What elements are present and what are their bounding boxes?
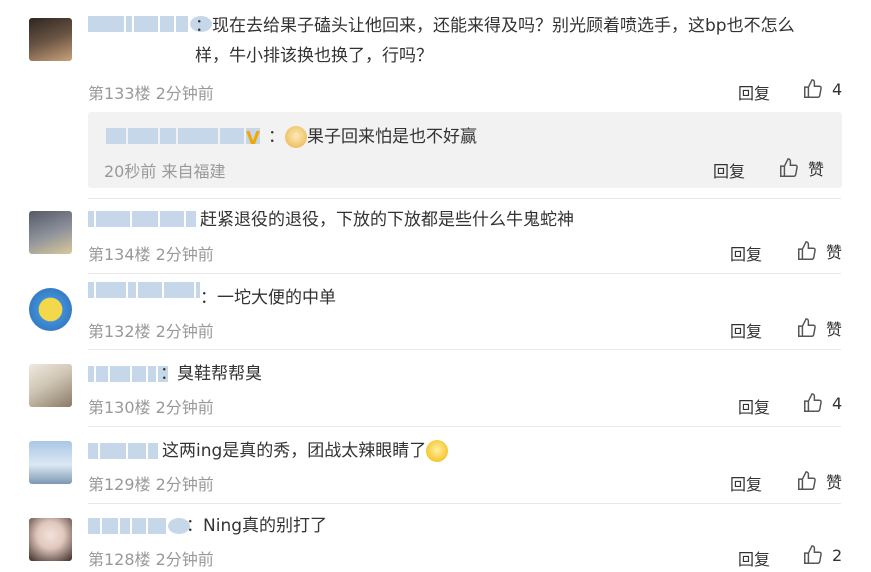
laugh-cry-emoji-icon (426, 440, 449, 462)
like-count: 4 (832, 79, 843, 99)
thumbs-up-icon (804, 393, 822, 412)
comment-meta: 第129楼 2分钟前 (88, 475, 214, 494)
comment-text: ：Ning真的别打了 (186, 516, 328, 536)
thumbs-up-icon (804, 545, 822, 564)
avatar[interactable] (29, 441, 72, 484)
like-button[interactable]: 4 (802, 78, 842, 100)
like-button[interactable]: 4 (802, 392, 842, 414)
like-label: 赞 (808, 160, 825, 179)
comment-meta: 第133楼 2分钟前 (88, 84, 214, 103)
like-count: 2 (832, 545, 843, 565)
comment-meta: 第132楼 2分钟前 (88, 322, 214, 341)
like-button[interactable]: 赞 (796, 239, 842, 263)
like-button[interactable]: 2 (802, 544, 842, 566)
like-count: 4 (832, 393, 843, 413)
reply-button[interactable]: 回复 (738, 80, 770, 104)
dog-emoji-icon (285, 126, 307, 148)
avatar[interactable] (29, 364, 72, 407)
thumbs-up-icon (798, 471, 816, 490)
comment-item: ：臭鞋帮帮臭 第130楼 2分钟前 回复 4 (0, 350, 871, 427)
comment-meta: 第128楼 2分钟前 (88, 550, 214, 569)
like-button[interactable]: 赞 (796, 469, 842, 493)
reply-button[interactable]: 回复 (713, 158, 745, 182)
username[interactable] (88, 280, 200, 300)
comment-item: ：一坨大便的中单 第132楼 2分钟前 回复 赞 (0, 274, 871, 350)
sub-reply-text: ：果子回来怕是也不好赢 (268, 126, 477, 148)
like-label: 赞 (826, 473, 843, 492)
username[interactable] (88, 516, 190, 536)
thumbs-up-icon (798, 241, 816, 260)
username[interactable] (88, 364, 168, 384)
comment-item: 赶紧退役的退役，下放的下放都是些什么牛鬼蛇神 第134楼 2分钟前 回复 赞 (0, 199, 871, 273)
username[interactable]: V (106, 126, 260, 149)
comment-item: ：Ning真的别打了 第128楼 2分钟前 回复 2 (0, 504, 871, 572)
reply-button[interactable]: 回复 (730, 318, 762, 342)
thumbs-up-icon (798, 318, 816, 337)
comment-text: ：一坨大便的中单 (200, 288, 336, 308)
reply-button[interactable]: 回复 (730, 241, 762, 265)
thumbs-up-icon (804, 79, 822, 98)
comment-item: 这两ing是真的秀，团战太辣眼睛了 第129楼 2分钟前 回复 赞 (0, 427, 871, 504)
like-button[interactable]: 赞 (796, 316, 842, 340)
comment-text: 这两ing是真的秀，团战太辣眼睛了 (162, 436, 449, 466)
avatar[interactable] (29, 18, 72, 61)
comment-text: 赶紧退役的退役，下放的下放都是些什么牛鬼蛇神 (200, 210, 574, 230)
comment-item: ：现在去给果子磕头让他回来，还能来得及吗？别光顾着喷选手，这bp也不怎么样，牛小… (0, 0, 871, 198)
comment-text: ：现在去给果子磕头让他回来，还能来得及吗？别光顾着喷选手，这bp也不怎么样，牛小… (195, 16, 795, 66)
username[interactable] (88, 14, 212, 34)
avatar[interactable] (29, 211, 72, 254)
sub-reply: V ：果子回来怕是也不好赢 20秒前 来自福建 回复 赞 (88, 112, 842, 188)
like-label: 赞 (826, 243, 843, 262)
username[interactable] (88, 209, 196, 229)
sub-reply-meta: 20秒前 来自福建 (104, 162, 226, 181)
reply-button[interactable]: 回复 (730, 471, 762, 495)
avatar[interactable] (29, 518, 72, 561)
thumbs-up-icon (780, 158, 798, 177)
avatar[interactable] (29, 288, 72, 331)
reply-button[interactable]: 回复 (738, 546, 770, 570)
comment-meta: 第130楼 2分钟前 (88, 398, 214, 417)
comment-meta: 第134楼 2分钟前 (88, 245, 214, 264)
verified-v-icon: V (246, 128, 260, 149)
username[interactable] (88, 441, 158, 461)
comment-text: ：臭鞋帮帮臭 (160, 364, 262, 384)
reply-button[interactable]: 回复 (738, 394, 770, 418)
like-label: 赞 (826, 320, 843, 339)
like-button[interactable]: 赞 (778, 156, 824, 180)
